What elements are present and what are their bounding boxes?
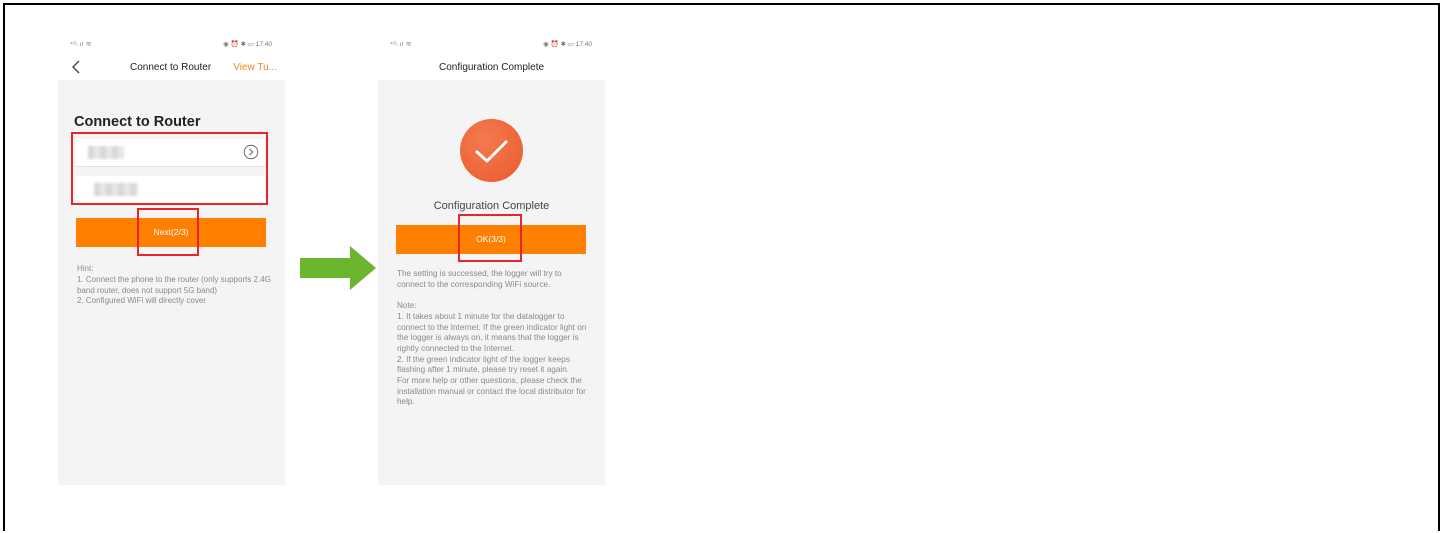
checkmark-icon	[475, 140, 508, 163]
nav-bar: Connect to Router View Tu...	[58, 54, 285, 80]
next-button[interactable]: Next(2/3)	[76, 218, 266, 247]
note-line-3: For more help or other questions, please…	[397, 376, 586, 407]
nav-title: Configuration Complete	[438, 62, 545, 73]
page-content: Configuration Complete OK(3/3) The setti…	[378, 80, 605, 485]
blurred-wifi-password	[94, 183, 138, 196]
status-bar: ⁴ᴳ.ıl ≋ ◉ ⏰ ✱ ▭ 17:40	[58, 32, 285, 54]
phone-screen-configuration-complete: ⁴ᴳ.ıl ≋ ◉ ⏰ ✱ ▭ 17:40 Configuration Comp…	[378, 32, 605, 485]
right-arrow-icon	[300, 246, 376, 290]
hint-text: Hint: 1. Connect the phone to the router…	[77, 264, 272, 307]
nav-bar: Configuration Complete	[378, 54, 605, 80]
status-icons-time: ◉ ⏰ ✱ ▭ 17:40	[223, 41, 272, 48]
success-message: The setting is successed, the logger wil…	[397, 269, 562, 289]
back-chevron-icon[interactable]	[70, 60, 84, 74]
note-line-2: 2. If the green indicator light of the l…	[397, 354, 570, 375]
blurred-wifi-name	[88, 146, 124, 159]
wifi-name-field[interactable]	[76, 139, 265, 167]
nav-title: Connect to Router	[130, 62, 212, 73]
status-icons-time: ◉ ⏰ ✱ ▭ 17:40	[543, 41, 592, 48]
hint-line-1: 1. Connect the phone to the router (only…	[77, 274, 271, 295]
page-content: Connect to Router Next(2/3) Hint: 1. Con…	[58, 80, 285, 485]
wifi-password-field[interactable]	[76, 176, 265, 204]
view-tutorial-link[interactable]: View Tu...	[233, 62, 277, 73]
circle-chevron-right-icon[interactable]	[243, 144, 259, 160]
ok-button[interactable]: OK(3/3)	[396, 225, 586, 254]
signal-wifi-status: ⁴ᴳ.ıl ≋	[70, 41, 92, 48]
note-text: The setting is successed, the logger wil…	[397, 269, 587, 408]
hint-line-2: 2. Configured WiFi will directly cover	[77, 296, 206, 306]
configuration-complete-label: Configuration Complete	[433, 200, 550, 212]
figure-frame: ⁴ᴳ.ıl ≋ ◉ ⏰ ✱ ▭ 17:40 Connect to Router …	[3, 3, 1440, 531]
phone-screen-connect-router: ⁴ᴳ.ıl ≋ ◉ ⏰ ✱ ▭ 17:40 Connect to Router …	[58, 32, 285, 485]
note-line-1: 1. It takes about 1 minute for the datal…	[397, 311, 587, 353]
signal-wifi-status: ⁴ᴳ.ıl ≋	[390, 41, 412, 48]
status-bar: ⁴ᴳ.ıl ≋ ◉ ⏰ ✱ ▭ 17:40	[378, 32, 605, 54]
hint-heading: Hint:	[77, 264, 94, 273]
success-badge	[460, 119, 523, 182]
note-heading: Note:	[397, 301, 417, 311]
page-title: Connect to Router	[74, 114, 201, 130]
